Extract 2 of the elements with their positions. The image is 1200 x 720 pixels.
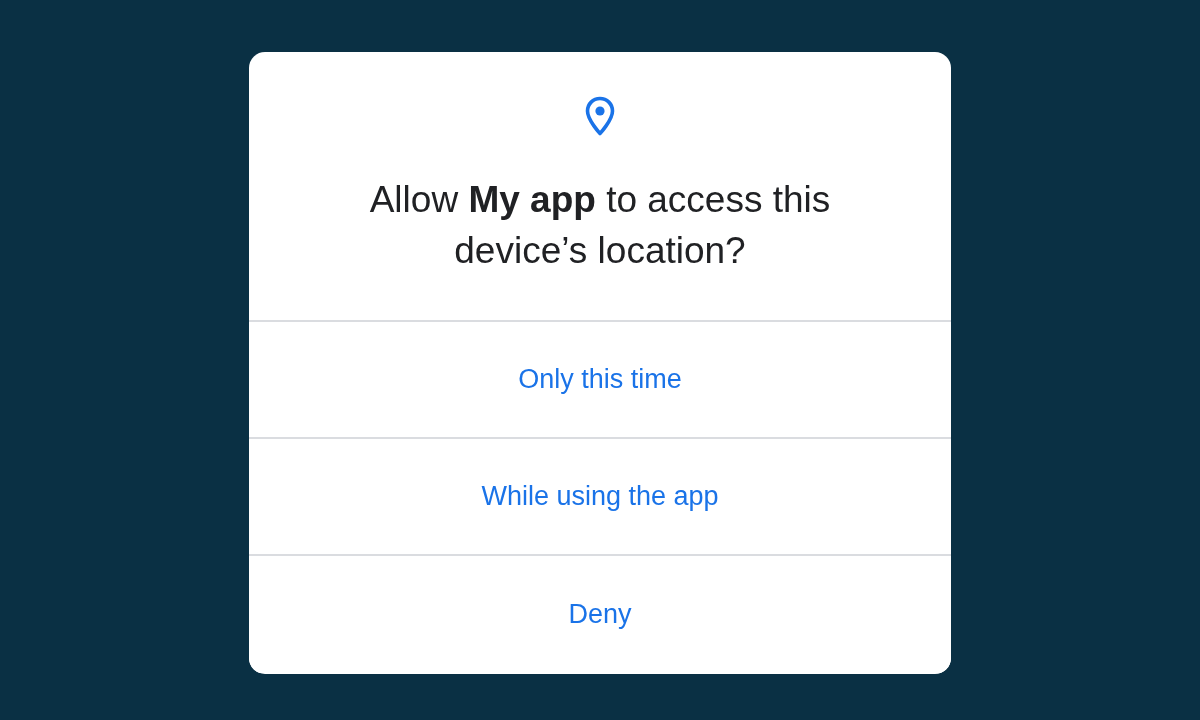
- location-pin-icon: [585, 96, 615, 136]
- dialog-title: Allow My app to access this device’s location?: [368, 178, 832, 273]
